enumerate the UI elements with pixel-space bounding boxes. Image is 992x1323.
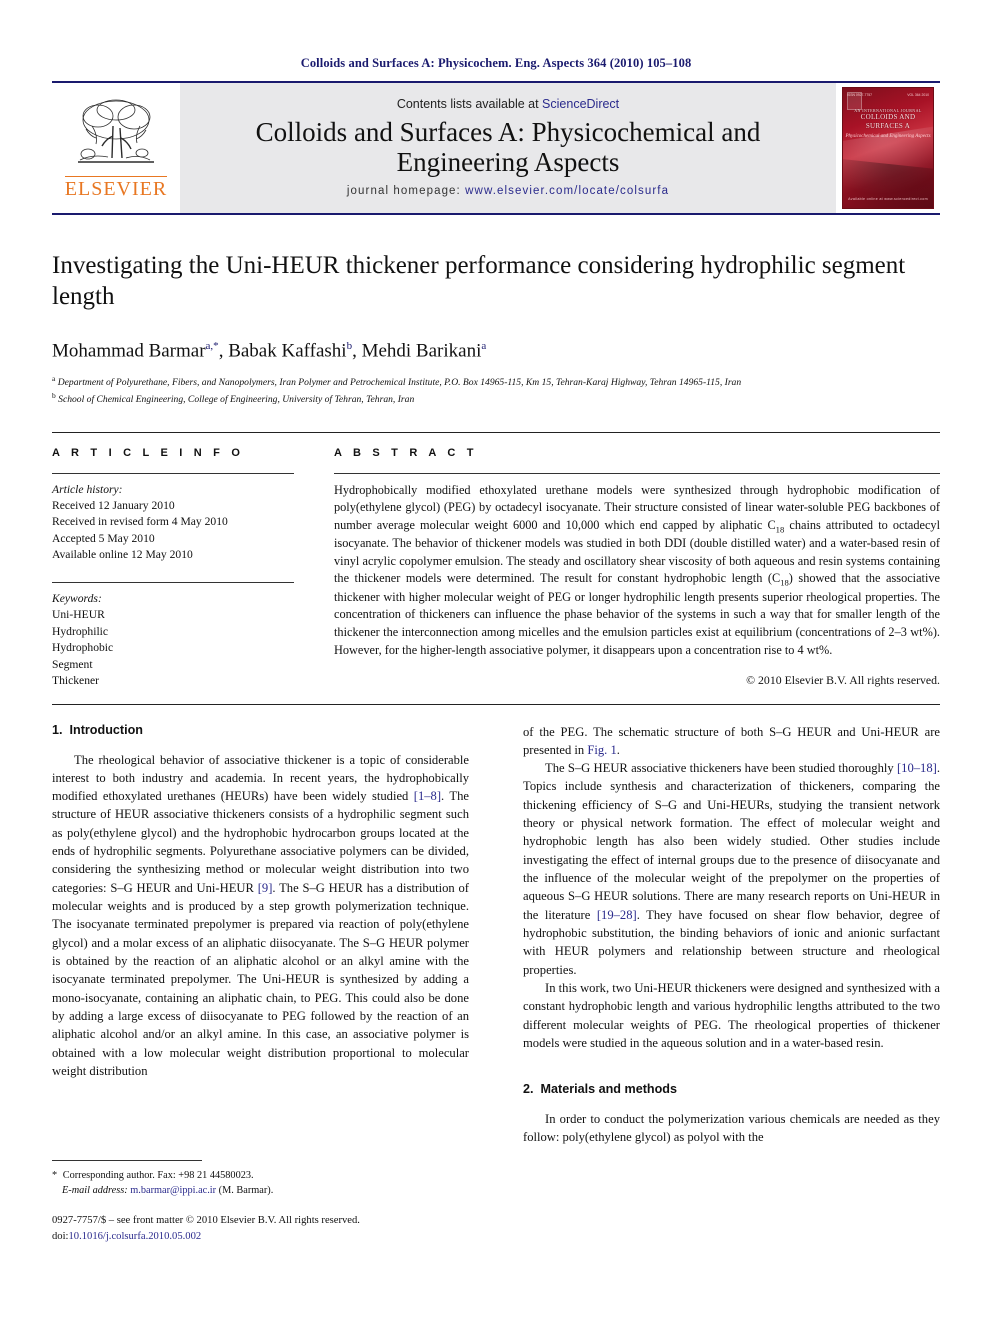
doi-link[interactable]: 10.1016/j.colsurfa.2010.05.002 [68,1231,201,1242]
article-history-block: Article history: Received 12 January 201… [52,482,302,564]
paragraph-intro-1: The rheological behavior of associative … [52,752,469,1078]
email-note: E-mail address: m.barmar@ippi.ac.ir (M. … [52,1183,469,1198]
journal-homepage-line: journal homepage: www.elsevier.com/locat… [347,185,669,197]
section-heading-materials-methods: 2. Materials and methods [523,1082,940,1096]
contents-available-line: Contents lists available at ScienceDirec… [397,97,619,111]
abstract-text: Hydrophobically modified ethoxylated ure… [334,482,940,657]
body-columns: 1. Introduction The rheological behavior … [52,723,940,1147]
article-page: Colloids and Surfaces A: Physicochem. En… [0,0,992,1323]
affiliation-a: a Department of Polyurethane, Fibers, an… [52,374,940,390]
email-label: E-mail address: [62,1185,128,1197]
section-title-2: Materials and methods [540,1082,677,1097]
cover-artwork: ISSN 0927-7757 VOL 364 2010 AN INTERNATI… [842,87,934,209]
abstract-heading: A B S T R A C T [334,446,478,459]
elsevier-logo[interactable]: ELSEVIER [52,83,180,213]
email-link[interactable]: m.barmar@ippi.ac.ir [130,1185,216,1196]
masthead-center: Contents lists available at ScienceDirec… [180,83,836,213]
body-column-right: of the PEG. The schematic structure of b… [523,723,940,1147]
body-column-left: 1. Introduction The rheological behavior … [52,723,469,1147]
info-abstract-region: A R T I C L E I N F O Article history: R… [52,433,940,690]
article-history-label: Article history: [52,482,123,496]
journal-masthead: ELSEVIER Contents lists available at Sci… [52,83,940,213]
body-column-gap [469,723,523,1147]
section-title-1: Introduction [69,722,143,737]
colophon-region: 0927-7757/$ – see front matter © 2010 El… [52,1213,482,1245]
keywords-block: Keywords: Uni-HEUR Hydrophilic Hydrophob… [52,591,302,690]
cover-volume: VOL 364 2010 [907,93,929,97]
corresponding-author-note: * Corresponding author. Fax: +98 21 4458… [52,1170,254,1181]
journal-cover-thumbnail[interactable]: ISSN 0927-7757 VOL 364 2010 AN INTERNATI… [836,83,940,213]
keyword-item: Thickener [52,674,99,688]
divider-below-masthead [52,213,940,215]
page-title: Investigating the Uni-HEUR thickener per… [52,252,906,310]
article-info-heading: A R T I C L E I N F O [52,446,245,459]
history-item: Received in revised form 4 May 2010 [52,515,228,529]
footnote-region: * Corresponding author. Fax: +98 21 4458… [52,1160,469,1199]
affiliation-a-text: Department of Polyurethane, Fibers, and … [57,377,742,389]
running-head: Colloids and Surfaces A: Physicochem. En… [300,56,692,70]
contents-prefix: Contents lists available at [396,96,543,111]
history-item: Available online 12 May 2010 [52,548,193,562]
cover-main-title: COLLOIDS AND SURFACES A [860,113,916,130]
abstract-copyright: © 2010 Elsevier B.V. All rights reserved… [746,673,940,688]
column-gap [302,433,334,690]
keyword-item: Uni-HEUR [52,608,105,622]
cover-subtitle-text: Physicochemical and Engineering Aspects [845,134,931,139]
paragraph-right-2: The S–G HEUR associative thickeners have… [523,761,940,977]
section-number-2: 2. [523,1082,534,1097]
author-list: Mohammad Barmara,*, Babak Kaffashib, Meh… [52,340,487,362]
doi-label: doi: [52,1230,69,1242]
paragraph-right-4: In order to conduct the polymerization v… [523,1112,940,1145]
affiliation-b: b School of Chemical Engineering, Colleg… [52,391,940,407]
paragraph-right-1: of the PEG. The schematic structure of b… [523,724,940,757]
homepage-label: journal homepage: [346,185,461,198]
keyword-item: Hydrophilic [52,624,109,638]
keyword-item: Hydrophobic [52,641,114,655]
elsevier-tree-icon [78,99,154,163]
article-info-column: A R T I C L E I N F O Article history: R… [52,433,302,690]
section-number-1: 1. [52,722,63,737]
history-item: Received 12 January 2010 [52,498,175,512]
cover-title-text: AN INTERNATIONAL JOURNAL COLLOIDS AND SU… [843,108,933,131]
keywords-label: Keywords: [52,591,102,605]
divider-article-info [52,472,294,474]
abstract-column: A B S T R A C T Hydrophobically modified… [334,433,940,690]
divider-keywords [52,581,294,583]
elsevier-wordmark: ELSEVIER [64,175,168,200]
cover-issn: ISSN 0927-7757 [847,93,873,97]
cover-bottom-meta: Available online at www.sciencedirect.co… [848,197,928,201]
paragraph-right-3: In this work, two Uni-HEUR thickeners we… [523,980,940,1050]
email-author-suffix: (M. Barmar). [218,1185,274,1197]
section-heading-introduction: 1. Introduction [52,723,469,737]
sciencedirect-link[interactable]: ScienceDirect [542,97,619,111]
journal-title: Colloids and Surfaces A: Physicochemical… [255,116,761,177]
issn-line: 0927-7757/$ – see front matter © 2010 El… [52,1215,360,1226]
divider-abstract [334,472,940,474]
affiliation-marker-b: b [52,391,56,401]
doi-line: doi:10.1016/j.colsurfa.2010.05.002 [52,1229,482,1245]
history-item: Accepted 5 May 2010 [52,531,155,545]
divider-below-abstract [52,703,940,705]
affiliation-marker-a: a [52,374,56,384]
keyword-item: Segment [52,657,93,671]
cover-top-meta: ISSN 0927-7757 VOL 364 2010 [847,93,929,97]
footnote-divider [52,1160,202,1161]
affiliation-b-text: School of Chemical Engineering, College … [58,394,415,406]
homepage-url-link[interactable]: www.elsevier.com/locate/colsurfa [465,185,669,197]
